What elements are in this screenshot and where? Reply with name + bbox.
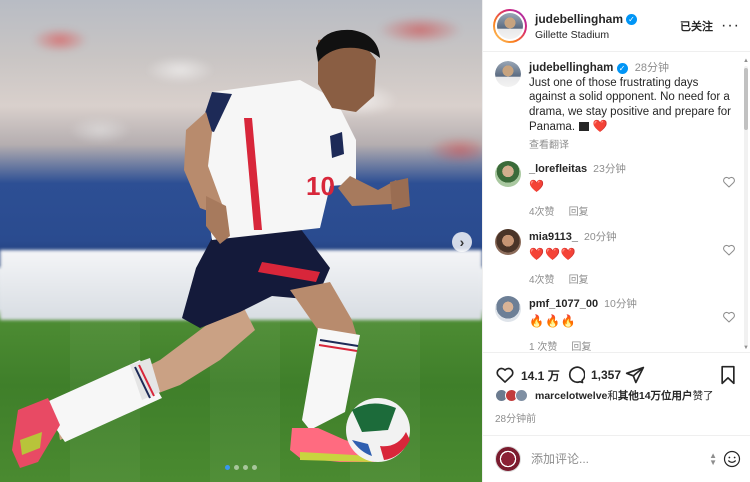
comment-item: mia9113_ 20分钟 ❤️❤️❤️ 4次赞 回复 xyxy=(495,229,740,286)
author-username-link[interactable]: judebellingham ✓ xyxy=(535,12,638,26)
post-timestamp[interactable]: 28分钟前 xyxy=(495,410,536,425)
player-figure: 10 xyxy=(12,29,410,468)
heart-icon[interactable] xyxy=(722,175,736,189)
scroll-up-arrow-icon[interactable]: ▲ xyxy=(743,58,749,64)
comment-username[interactable]: pmf_1077_00 xyxy=(529,298,598,310)
liked-by-row[interactable]: marcelotwelve和其他14万位用户赞了 xyxy=(495,388,714,403)
post-photo[interactable]: 10 › xyxy=(0,0,482,482)
save-action[interactable] xyxy=(719,365,737,385)
scroll-down-arrow-icon[interactable]: ▼ xyxy=(743,345,749,351)
share-icon[interactable] xyxy=(625,365,645,385)
carousel-dots xyxy=(225,465,257,470)
comment-likes-count[interactable]: 4次赞 xyxy=(529,203,555,218)
author-avatar[interactable] xyxy=(493,8,527,43)
comment-avatar[interactable] xyxy=(495,229,521,255)
add-comment-bar: ▲▼ xyxy=(483,435,750,482)
verified-badge-icon: ✓ xyxy=(616,63,628,74)
following-button[interactable]: 已关注 xyxy=(680,18,713,34)
comment-action[interactable]: 1,357 xyxy=(565,365,621,385)
carousel-dot xyxy=(243,465,248,470)
comment-item: _lorefleitas 23分钟 ❤️ 4次赞 回复 xyxy=(495,161,740,218)
current-user-avatar xyxy=(495,446,521,472)
comment-item: pmf_1077_00 10分钟 🔥🔥🔥 1 次赞 回复 xyxy=(495,296,740,351)
carousel-next-button[interactable]: › xyxy=(452,232,472,252)
caption-username[interactable]: judebellingham xyxy=(529,62,613,74)
heart-icon[interactable] xyxy=(722,310,736,324)
liker-username[interactable]: marcelotwelve xyxy=(535,390,607,402)
post-caption: judebellingham ✓ 28分钟 Just one of those … xyxy=(483,53,750,151)
verified-badge-icon: ✓ xyxy=(626,13,638,25)
comment-username[interactable]: mia9113_ xyxy=(529,231,578,243)
comments-count[interactable]: 1,357 xyxy=(591,368,621,382)
comment-avatar[interactable] xyxy=(495,296,521,322)
comment-text: ❤️ xyxy=(529,179,545,193)
liked-by-suffix: 赞了 xyxy=(692,390,714,402)
chevron-right-icon: › xyxy=(459,234,465,250)
carousel-dot xyxy=(234,465,239,470)
comment-time: 10分钟 xyxy=(604,298,637,310)
comment-username[interactable]: _lorefleitas xyxy=(529,163,587,175)
heart-icon[interactable] xyxy=(722,243,736,257)
input-stepper-icon[interactable]: ▲ ▼ xyxy=(709,452,717,467)
comment-text: ❤️❤️❤️ xyxy=(529,247,577,261)
carousel-dot xyxy=(225,465,230,470)
comment-time: 20分钟 xyxy=(584,231,617,243)
author-username[interactable]: judebellingham xyxy=(535,12,623,26)
caption-time: 28分钟 xyxy=(634,62,669,74)
scrollbar-thumb[interactable] xyxy=(744,68,748,130)
comment-reply-button[interactable]: 回复 xyxy=(571,338,591,351)
liked-by-connector: 和 xyxy=(607,390,618,402)
comment-reply-button[interactable]: 回复 xyxy=(569,271,589,286)
red-heart-emoji-icon: ❤️ xyxy=(592,119,608,133)
carousel-dot xyxy=(252,465,257,470)
comment-text: 🔥🔥🔥 xyxy=(529,314,577,328)
jersey-number: 10 xyxy=(306,171,335,201)
caption-text: Just one of those frustrating days again… xyxy=(529,76,731,134)
location-link[interactable]: Gillette Stadium xyxy=(535,29,680,41)
liker-avatars xyxy=(495,389,528,402)
bookmark-icon[interactable] xyxy=(719,365,737,385)
comment-likes-count[interactable]: 1 次赞 xyxy=(529,338,557,351)
emoji-icon[interactable] xyxy=(723,450,741,468)
heart-icon[interactable] xyxy=(495,365,515,385)
comment-input[interactable] xyxy=(531,452,710,466)
comment-icon[interactable] xyxy=(565,365,585,385)
liked-by-others[interactable]: 其他14万位用户 xyxy=(618,390,693,402)
flag-icon xyxy=(579,122,590,131)
likes-count[interactable]: 14.1 万 xyxy=(521,367,560,384)
comment-likes-count[interactable]: 4次赞 xyxy=(529,271,555,286)
comment-time: 23分钟 xyxy=(593,163,626,175)
like-action[interactable]: 14.1 万 xyxy=(495,365,560,385)
post-header: judebellingham ✓ Gillette Stadium 已关注 ··… xyxy=(483,0,750,52)
comment-avatar[interactable] xyxy=(495,161,521,187)
see-translation-link[interactable]: 查看翻译 xyxy=(529,136,734,151)
comments-scrollbar[interactable]: ▲ ▼ xyxy=(743,58,749,351)
more-options-icon[interactable]: ··· xyxy=(721,17,740,34)
caption-avatar[interactable] xyxy=(495,61,521,87)
comments-list[interactable]: judebellingham ✓ 28分钟 Just one of those … xyxy=(483,53,750,351)
share-action[interactable] xyxy=(625,365,645,385)
comment-reply-button[interactable]: 回复 xyxy=(569,203,589,218)
post-side-panel: judebellingham ✓ Gillette Stadium 已关注 ··… xyxy=(482,0,750,482)
avatar xyxy=(515,389,528,402)
